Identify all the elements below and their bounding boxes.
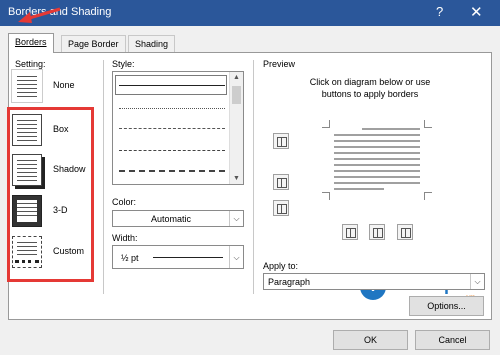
tab-page-border-label: Page Border (68, 39, 119, 49)
scroll-up-icon[interactable]: ▲ (230, 74, 243, 81)
preview-label: Preview (263, 59, 296, 69)
setting-none[interactable]: None (8, 70, 82, 104)
style-solid[interactable] (119, 85, 225, 86)
close-button[interactable]: ✕ (470, 3, 483, 21)
tab-borders-label: Borders (15, 37, 47, 47)
color-value: Automatic (151, 214, 192, 224)
setting-label: Setting: (15, 59, 46, 69)
style-list[interactable]: ▲ ▼ (112, 71, 244, 185)
chevron-down-icon: ⌵ (229, 246, 243, 268)
width-value: ½ pt (121, 253, 139, 263)
dialog-body: Borders Page Border Shading Setting: Non… (0, 26, 500, 355)
ok-button[interactable]: OK (333, 330, 408, 350)
style-dashed-small[interactable] (119, 128, 225, 129)
apply-to-label: Apply to: (263, 261, 299, 271)
color-label: Color: (112, 197, 137, 207)
cancel-button[interactable]: Cancel (415, 330, 490, 350)
preview-diagram[interactable] (322, 120, 432, 200)
apply-to-value: Paragraph (268, 277, 311, 287)
scroll-thumb[interactable] (232, 86, 241, 104)
color-dropdown[interactable]: Automatic ⌵ (112, 210, 244, 227)
setting-none-label: None (53, 80, 75, 90)
help-button[interactable]: ? (436, 4, 443, 19)
inside-vertical-border-icon[interactable] (369, 224, 385, 240)
style-dashed[interactable] (119, 150, 225, 151)
chevron-down-icon: ⌵ (229, 211, 243, 226)
apply-to-dropdown[interactable]: Paragraph ⌵ (263, 273, 485, 290)
tab-borders[interactable]: Borders (8, 33, 54, 53)
divider-left (103, 60, 104, 294)
top-border-icon[interactable] (273, 133, 289, 149)
divider-right (253, 60, 254, 294)
chevron-down-icon: ⌵ (470, 274, 484, 289)
bottom-border-icon[interactable] (273, 200, 289, 216)
style-dashed-large[interactable] (119, 170, 225, 172)
width-line-sample (153, 257, 223, 258)
setting-none-icon (12, 70, 42, 102)
arrow-annotation-icon (18, 7, 61, 23)
preview-instruction: Click on diagram below or use buttons to… (309, 77, 431, 99)
inside-horizontal-border-icon[interactable] (273, 174, 289, 190)
scroll-down-icon[interactable]: ▼ (230, 175, 243, 182)
style-scrollbar[interactable]: ▲ ▼ (229, 72, 243, 184)
style-label: Style: (112, 59, 135, 69)
setting-highlight-box (7, 107, 94, 282)
title-bar: Borders and Shading ? ✕ (0, 0, 500, 26)
tab-page-border[interactable]: Page Border (61, 35, 126, 52)
tab-shading[interactable]: Shading (128, 35, 176, 52)
style-dotted[interactable] (119, 108, 225, 109)
right-border-icon[interactable] (397, 224, 413, 240)
left-border-icon[interactable] (342, 224, 358, 240)
width-dropdown[interactable]: ½ pt ⌵ (112, 245, 244, 269)
width-label: Width: (112, 233, 138, 243)
tab-shading-label: Shading (135, 39, 169, 49)
options-button[interactable]: Options... (409, 296, 484, 316)
